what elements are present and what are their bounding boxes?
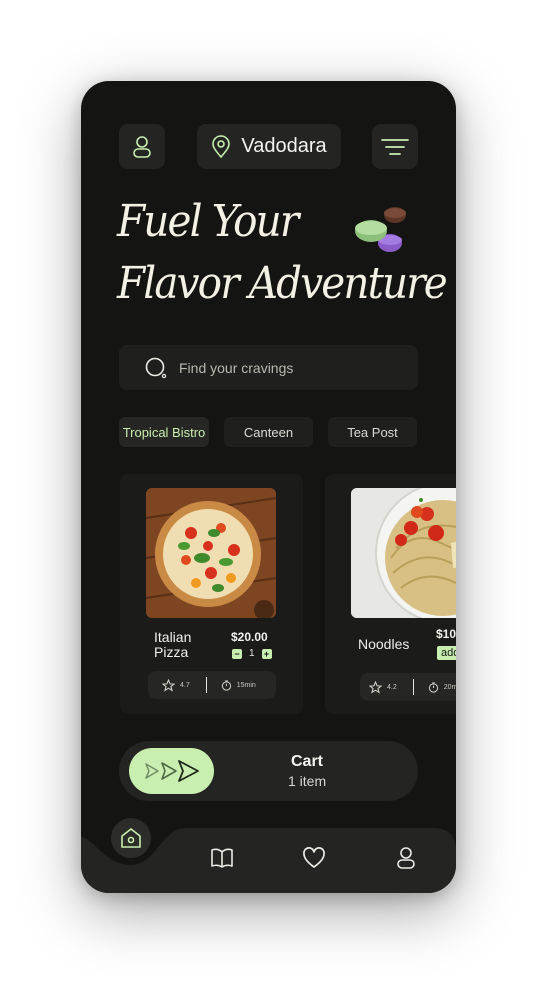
search-icon (145, 357, 167, 378)
rating-value: 4.2 (387, 683, 397, 691)
category-label: Canteen (243, 424, 294, 440)
quantity-stepper: − 1 + (232, 648, 272, 659)
category-chip-canteen[interactable]: Canteen (224, 417, 313, 447)
dish-name: Noodles (358, 636, 410, 652)
dish-name: Italian Pizza (154, 630, 191, 660)
search-input[interactable] (179, 359, 399, 376)
dish-card-pizza[interactable]: Italian Pizza $20.00 − 1 + 4.7 15min (120, 474, 303, 714)
pizza-image (146, 488, 276, 618)
category-label: Tea Post (347, 424, 398, 440)
timer-icon (428, 681, 438, 693)
home-icon (121, 828, 141, 848)
nav-menu[interactable] (209, 845, 235, 871)
cart-bar[interactable]: Cart 1 item (119, 741, 418, 801)
book-icon (211, 848, 233, 868)
dish-card-noodles[interactable]: Noodles $10 add 4.2 20min (325, 474, 456, 714)
macaron-icon (355, 207, 406, 252)
category-chip-tea-post[interactable]: Tea Post (328, 417, 417, 447)
rating-value: 4.7 (180, 681, 190, 689)
hero-line-2: Flavor Adventure (117, 258, 448, 309)
dish-name-line-1: Italian (154, 629, 192, 645)
dish-meta: 4.7 15min (148, 671, 276, 699)
noodles-image (351, 488, 456, 618)
time-value: 20min (443, 683, 456, 691)
hero-line-1: Fuel Your (117, 196, 299, 247)
quantity-value: 1 (249, 648, 255, 659)
meta-divider (412, 679, 414, 695)
decrement-button[interactable]: − (232, 648, 242, 659)
cart-item-count: 1 item (288, 773, 327, 789)
timer-icon (221, 679, 231, 691)
location-pin-icon (212, 134, 231, 158)
profile-icon (397, 847, 415, 869)
chevrons-right-icon (144, 760, 199, 782)
search-bar[interactable] (119, 345, 418, 390)
star-icon (162, 678, 175, 692)
location-selector[interactable]: Vadodara (197, 124, 341, 169)
nav-profile[interactable] (393, 845, 419, 871)
bottom-nav (81, 818, 456, 893)
hero-heading: Fuel Your Flavor Adventure (117, 191, 448, 315)
dish-meta: 4.2 20min (360, 673, 456, 701)
filter-icon (381, 138, 409, 155)
time-value: 15min (236, 681, 256, 689)
location-label: Vadodara (241, 135, 327, 157)
phone-screen: Vadodara Fuel Your Flavor Adventure Trop… (81, 81, 456, 893)
add-button[interactable]: add (437, 646, 456, 660)
profile-button[interactable] (119, 124, 165, 169)
nav-home[interactable] (111, 818, 151, 858)
category-chip-tropical-bistro[interactable]: Tropical Bistro (119, 417, 209, 447)
cart-title: Cart (291, 753, 324, 770)
category-label: Tropical Bistro (122, 424, 206, 440)
user-icon (133, 135, 151, 158)
meta-divider (205, 677, 207, 693)
heart-icon (303, 847, 325, 868)
increment-button[interactable]: + (261, 648, 272, 659)
star-icon (369, 680, 382, 694)
dish-price: $20.00 (231, 630, 268, 644)
cart-go-button[interactable] (129, 748, 214, 794)
nav-favorites[interactable] (301, 845, 327, 871)
dish-name-line-2: Pizza (154, 644, 189, 660)
filter-button[interactable] (372, 124, 418, 169)
dish-price: $10 (436, 627, 456, 641)
